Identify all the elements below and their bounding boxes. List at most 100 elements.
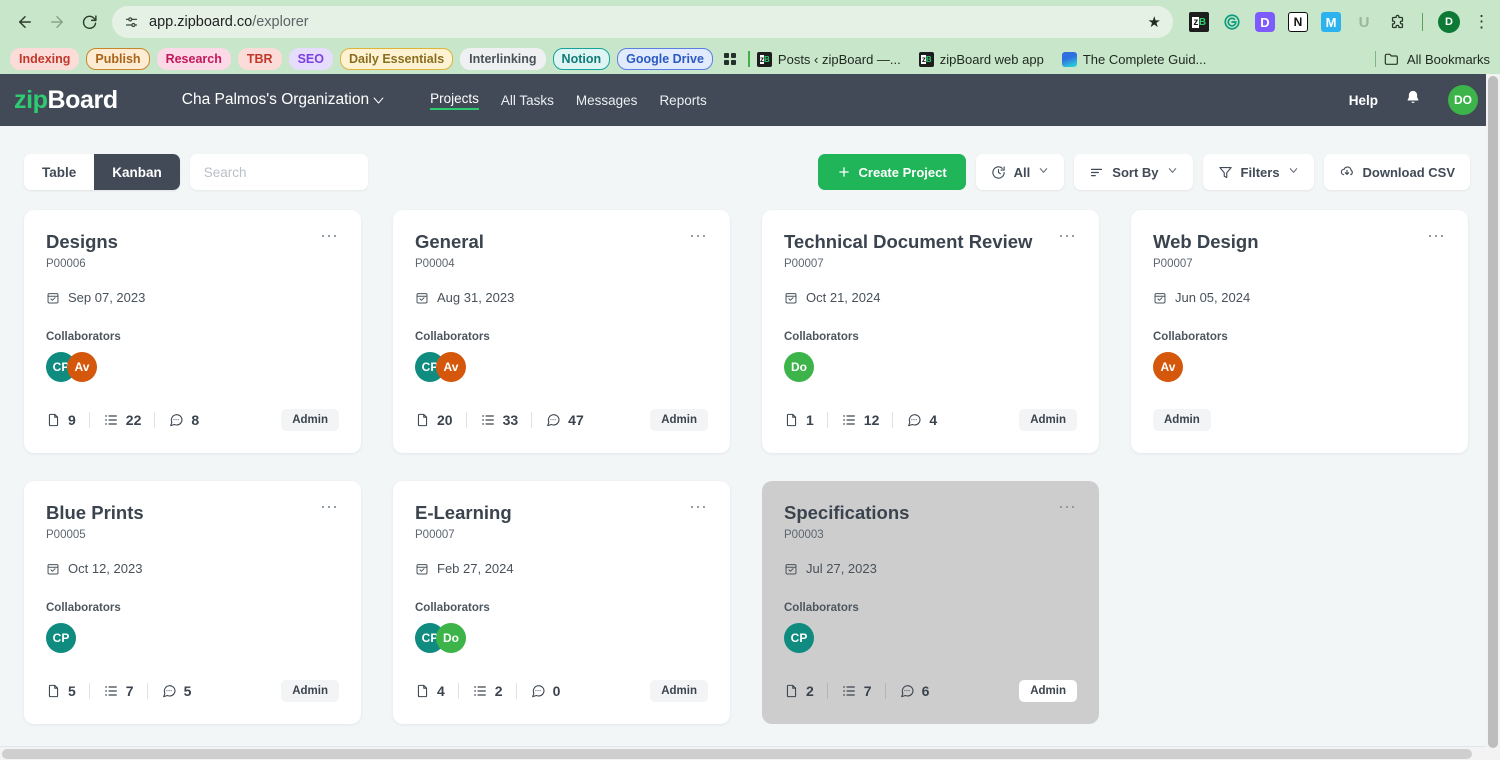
logo-board-text: Board (47, 85, 119, 114)
chevron-down-icon (1167, 165, 1178, 179)
collaborator-avatar[interactable]: Av (67, 352, 97, 383)
more-options-icon[interactable]: ⋯ (689, 498, 708, 516)
notion-web-clipper-icon[interactable]: N (1288, 12, 1308, 32)
file-icon (46, 412, 61, 428)
zipboard-app: zipBoard Cha Palmos's Organization Proje… (0, 74, 1500, 760)
horizontal-scrollbar-thumb[interactable] (2, 749, 1472, 759)
address-bar[interactable]: app.zipboard.co/explorer ★ (112, 6, 1173, 38)
sort-lines-icon (1089, 165, 1104, 180)
comment-icon (530, 683, 546, 699)
forward-arrow-icon[interactable] (42, 7, 72, 37)
mailtrack-icon[interactable]: M (1321, 12, 1341, 32)
bookmark-chip[interactable]: Interlinking (460, 48, 546, 70)
create-project-button[interactable]: Create Project (817, 154, 966, 190)
horizontal-scrollbar[interactable] (0, 746, 1486, 760)
project-stats: 20 33 47 (415, 412, 597, 428)
plus-icon (837, 165, 851, 179)
more-options-icon[interactable]: ⋯ (1427, 227, 1446, 245)
task-list-icon (103, 412, 119, 428)
project-title: Technical Document Review (784, 231, 1033, 252)
more-options-icon[interactable]: ⋯ (320, 227, 339, 245)
filter-all-dropdown[interactable]: All (975, 154, 1065, 190)
organization-selector[interactable]: Cha Palmos's Organization (182, 91, 386, 109)
files-count: 5 (68, 683, 76, 699)
bookmark-chip[interactable]: SEO (288, 48, 333, 70)
more-options-icon[interactable]: ⋯ (1058, 227, 1077, 245)
sort-by-dropdown[interactable]: Sort By (1074, 154, 1193, 190)
site-settings-icon[interactable] (124, 15, 139, 30)
u-extension-icon[interactable]: U (1354, 12, 1374, 32)
bookmark-chip[interactable]: Notion (552, 48, 611, 70)
dualite-icon[interactable]: D (1255, 12, 1275, 32)
chrome-menu-icon[interactable]: ⋮ (1473, 13, 1490, 30)
collaborator-avatar[interactable]: Av (436, 352, 466, 383)
view-switcher: Table Kanban (24, 154, 180, 190)
task-list-icon (103, 683, 119, 699)
filters-dropdown[interactable]: Filters (1202, 154, 1314, 190)
bookmark-site-list: z B Posts ‹ zipBoard —... z B zipBoard web ap… (756, 51, 1206, 67)
zipboard-extension-icon[interactable]: zB (1189, 12, 1209, 32)
zipboard-favicon: zB (918, 51, 934, 67)
more-options-icon[interactable]: ⋯ (689, 227, 708, 245)
zipboard-favicon: zB (756, 51, 772, 67)
project-card[interactable]: Technical Document Review ⋯ P00007 Oct 21, … (762, 210, 1099, 453)
nav-link-projects[interactable]: Projects (430, 91, 479, 110)
bookmark-chip[interactable]: Research (156, 48, 231, 70)
vertical-scrollbar[interactable] (1486, 74, 1500, 760)
all-bookmarks-area: All Bookmarks (1374, 51, 1490, 67)
grammarly-icon[interactable] (1222, 12, 1242, 32)
comment-icon (899, 683, 915, 699)
card-header: General ⋯ (415, 227, 708, 252)
nav-link-messages[interactable]: Messages (576, 93, 638, 108)
collaborator-avatar[interactable]: CP (784, 623, 814, 654)
bookmark-site[interactable]: The Complete Guid... (1061, 51, 1206, 67)
collaborator-avatar[interactable]: Do (436, 623, 466, 654)
project-card[interactable]: Specifications ⋯ P00003 Jul 27, 2023 Collabo… (762, 481, 1099, 724)
bookmark-chip[interactable]: Indexing (10, 48, 80, 70)
search-input[interactable] (203, 164, 354, 180)
project-card[interactable]: E-Learning ⋯ P00007 Feb 27, 2024 Collaborato… (393, 481, 730, 724)
help-link[interactable]: Help (1349, 93, 1378, 108)
comments-count: 8 (191, 412, 200, 428)
all-bookmarks-button[interactable]: All Bookmarks (1384, 52, 1490, 67)
nav-link-reports[interactable]: Reports (659, 93, 706, 108)
tab-table[interactable]: Table (24, 154, 94, 190)
project-card[interactable]: Web Design ⋯ P00007 Jun 05, 2024 Collaborato… (1131, 210, 1468, 453)
reload-icon[interactable] (74, 7, 104, 37)
card-footer: 4 2 0 Admin (415, 680, 708, 702)
more-options-icon[interactable]: ⋯ (1058, 498, 1077, 516)
bookmark-site[interactable]: z B zipBoard web app (918, 51, 1044, 67)
chrome-profile-avatar[interactable]: D (1438, 11, 1460, 33)
tasks-stat: 7 (88, 683, 147, 699)
bookmark-chip[interactable]: TBR (237, 48, 282, 70)
project-stats: 2 7 6 (784, 683, 942, 699)
bookmark-site[interactable]: z B Posts ‹ zipBoard —... (756, 51, 901, 67)
more-options-icon[interactable]: ⋯ (320, 498, 339, 516)
files-stat: 9 (46, 412, 89, 428)
extensions-puzzle-icon[interactable] (1387, 12, 1407, 32)
notification-bell-icon[interactable] (1404, 89, 1422, 112)
bookmark-chip[interactable]: Publish (86, 48, 150, 70)
zipboard-logo[interactable]: zipBoard (14, 86, 118, 115)
apps-grid-icon[interactable] (723, 53, 737, 65)
tasks-stat: 2 (457, 683, 516, 699)
download-csv-button[interactable]: Download CSV (1323, 154, 1470, 190)
project-card[interactable]: General ⋯ P00004 Aug 31, 2023 Collaborators C… (393, 210, 730, 453)
collaborator-avatar[interactable]: Av (1153, 352, 1183, 383)
bookmark-chip[interactable]: Google Drive (617, 48, 713, 70)
vertical-scrollbar-thumb[interactable] (1488, 76, 1498, 748)
role-badge: Admin (281, 680, 339, 702)
nav-link-all-tasks[interactable]: All Tasks (501, 93, 554, 108)
search-box[interactable] (189, 154, 368, 190)
project-card[interactable]: Designs ⋯ P00006 Sep 07, 2023 Collaborators C… (24, 210, 361, 453)
tab-kanban[interactable]: Kanban (94, 154, 180, 190)
bookmark-star-icon[interactable]: ★ (1148, 13, 1161, 31)
collaborator-avatar[interactable]: Do (784, 352, 814, 383)
collaborator-avatars: Av (1153, 352, 1446, 383)
collaborator-avatar[interactable]: CP (46, 623, 76, 654)
user-avatar[interactable]: DO (1448, 85, 1478, 115)
back-arrow-icon[interactable] (10, 7, 40, 37)
card-header: Technical Document Review ⋯ (784, 227, 1077, 252)
project-card[interactable]: Blue Prints ⋯ P00005 Oct 12, 2023 Collaborat… (24, 481, 361, 724)
bookmark-chip[interactable]: Daily Essentials (339, 48, 454, 70)
